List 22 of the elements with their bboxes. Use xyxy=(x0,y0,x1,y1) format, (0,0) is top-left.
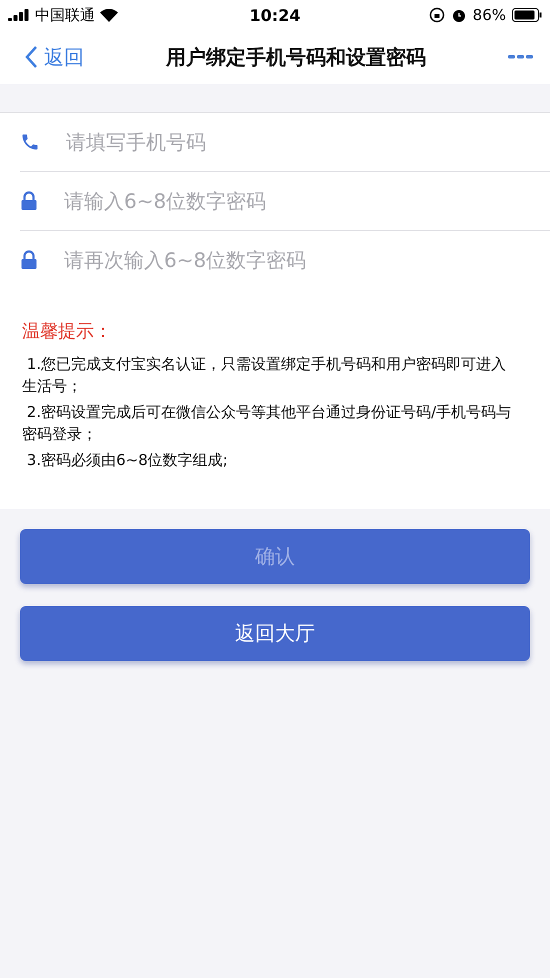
action-button[interactable]: 返回大厅 xyxy=(20,606,530,661)
tip-text: 1.您已完成支付宝实名认证，只需设置绑定手机号码和用户密码即可进入生活号； xyxy=(22,354,508,397)
phone-icon xyxy=(20,132,40,152)
tip-text: 2.密码设置完成后可在微信公众号等其他平台通过身份证号码/手机号码与密码登录； xyxy=(22,402,512,445)
carrier-name: 中国联通 xyxy=(35,6,95,24)
lock-icon xyxy=(20,191,38,211)
signal-icon xyxy=(8,9,30,21)
battery-icon xyxy=(512,8,542,22)
more-icon[interactable] xyxy=(508,54,534,60)
back-button[interactable]: 返回 xyxy=(24,44,84,70)
input-field[interactable]: 请填写手机号码 xyxy=(64,129,550,155)
battery-percent: 86% xyxy=(472,6,506,24)
chevron-icon xyxy=(24,45,38,69)
input-field[interactable]: 请输入6~8位数字密码 xyxy=(62,188,550,214)
input-field[interactable]: 请再次输入6~8位数字密码 xyxy=(62,247,550,273)
status-time: 10:24 xyxy=(250,6,300,24)
lock-icon xyxy=(20,250,38,270)
tips-title: 温馨提示： xyxy=(22,320,113,343)
alarm-icon xyxy=(450,7,467,23)
page-title: 用户绑定手机号码和设置密码 xyxy=(164,44,427,70)
tip-text: 3.密码必须由6~8位数字组成; xyxy=(26,450,229,471)
wifi-icon xyxy=(100,8,118,22)
